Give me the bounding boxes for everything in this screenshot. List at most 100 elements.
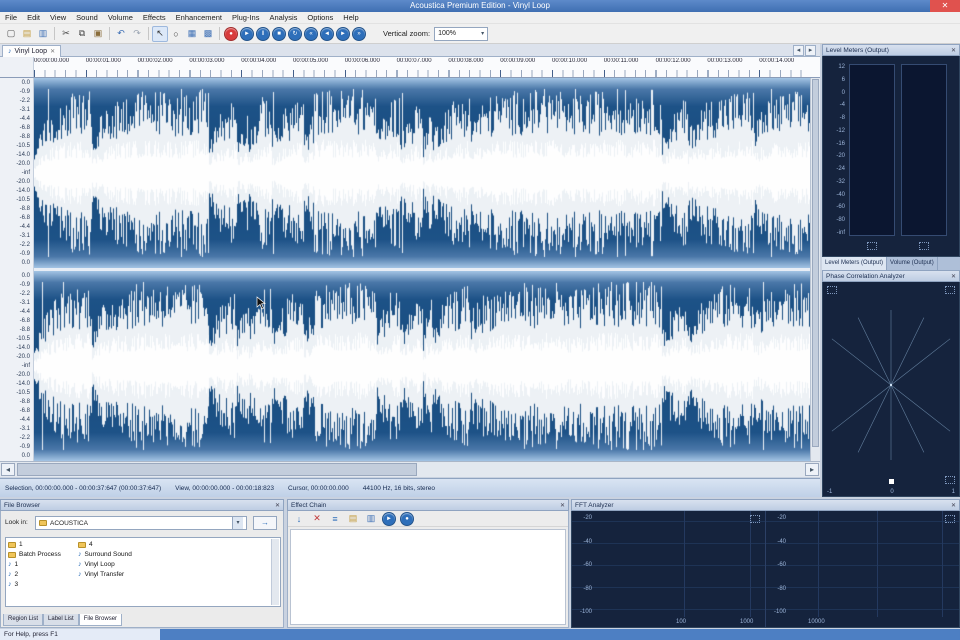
undo-button[interactable]: ↶ <box>113 26 129 42</box>
save-file-button[interactable]: ▥ <box>35 26 51 42</box>
audio-file-icon: ♪ <box>8 561 12 568</box>
fft-frequency-label: 100 <box>676 619 687 625</box>
copy-button[interactable]: ⧉ <box>74 26 90 42</box>
file-item[interactable]: ♪ Surround Sound <box>78 550 142 559</box>
loop-button[interactable]: ↻ <box>288 26 302 41</box>
menu-item-edit[interactable]: Edit <box>22 12 45 23</box>
file-item[interactable]: ♪ 1 <box>8 560 72 569</box>
rewind-button[interactable]: ◄ <box>320 26 334 41</box>
edit-effect-button[interactable]: ≡ <box>327 511 343 527</box>
look-in-select[interactable]: ACOUSTICA ▾ <box>35 516 247 530</box>
file-column: 1 Batch Process ♪ 1 ♪ 2 ♪ 3 <box>8 540 72 604</box>
open-file-button[interactable]: ▤ <box>19 26 35 42</box>
close-icon[interactable]: ✕ <box>275 502 280 509</box>
status-segment: 44100 Hz, 16 bits, stereo <box>362 484 436 492</box>
timeline-labels: 00:00:00.000 00:00:01.000 00:00:02.000 00:0… <box>34 58 810 67</box>
db-scale-label: -10.5 <box>16 390 30 396</box>
timeline-label: 00:00:12.000 <box>655 58 691 64</box>
vertical-scrollbar[interactable] <box>810 78 820 461</box>
db-scale-label: 0.0 <box>21 273 30 279</box>
grip-icon <box>945 515 955 523</box>
menu-item-volume[interactable]: Volume <box>103 12 138 23</box>
record-button[interactable]: ● <box>224 26 238 41</box>
waveform-editor[interactable]: 0.0 -0.9 -2.2 -3.1 -4.4 -6.8 -8.8 -10.5 -14.0 -20… <box>0 78 839 461</box>
horizontal-scrollbar-thumb[interactable] <box>17 463 417 476</box>
analyzers-toggle-button[interactable]: ▩ <box>200 26 216 42</box>
menu-item-sound[interactable]: Sound <box>71 12 103 23</box>
meter-scale-label: -16 <box>836 140 845 147</box>
file-item[interactable]: 1 <box>8 540 72 549</box>
up-one-level-button[interactable]: → <box>253 516 277 530</box>
vertical-scrollbar-thumb[interactable] <box>812 79 819 447</box>
fft-scale-label: -60 <box>777 562 786 568</box>
zoom-tool-button[interactable]: ○ <box>168 26 184 42</box>
go-to-start-button[interactable]: « <box>304 26 318 41</box>
tab-region-list[interactable]: Region List <box>3 614 44 626</box>
tab-label-list[interactable]: Label List <box>43 614 79 626</box>
close-icon[interactable]: ✕ <box>951 47 956 54</box>
file-item[interactable]: ♪ 2 <box>8 570 72 579</box>
waveform-canvas[interactable] <box>34 78 810 461</box>
close-icon[interactable]: ✕ <box>951 273 956 280</box>
window-close-button[interactable]: ✕ <box>930 0 960 12</box>
selection-tool-button[interactable]: ↖ <box>152 25 168 42</box>
level-meters-toggle-button[interactable]: ▦ <box>184 26 200 42</box>
db-scale-label: -6.8 <box>19 408 30 414</box>
close-icon[interactable]: ✕ <box>951 502 956 509</box>
menu-item-analysis[interactable]: Analysis <box>264 12 302 23</box>
tab-scroll-right-button[interactable]: ▸ <box>805 45 816 56</box>
db-scale-label: -8.8 <box>19 327 30 333</box>
scroll-right-icon[interactable]: ▸ <box>805 463 819 476</box>
preview-play-button[interactable]: ► <box>382 511 396 526</box>
redo-button[interactable]: ↷ <box>129 26 145 42</box>
menu-item-options[interactable]: Options <box>302 12 338 23</box>
file-item[interactable]: 4 <box>78 540 142 549</box>
file-list-scrollbar[interactable] <box>271 539 279 605</box>
file-list[interactable]: 1 Batch Process ♪ 1 ♪ 2 ♪ 3 4 ♪ Surround Sound ♪ Vin… <box>5 537 281 607</box>
scroll-left-icon[interactable]: ◂ <box>1 463 15 476</box>
save-chain-button[interactable]: ▥ <box>363 511 379 527</box>
horizontal-scrollbar[interactable]: ◂ ▸ <box>0 461 820 477</box>
close-icon[interactable]: ✕ <box>560 502 565 509</box>
phase-axis-label: 0 <box>890 489 894 495</box>
menu-item-view[interactable]: View <box>45 12 71 23</box>
file-item-label: 2 <box>14 571 19 578</box>
pause-button[interactable]: ‖ <box>256 26 270 41</box>
preview-record-button[interactable]: ● <box>400 511 414 526</box>
db-scale-label: -2.2 <box>19 98 30 104</box>
tab-file-browser[interactable]: File Browser <box>78 614 123 626</box>
new-file-button[interactable]: ▢ <box>3 26 19 42</box>
add-effect-button[interactable]: ↓ <box>291 511 307 527</box>
waveform-channels[interactable] <box>34 78 839 461</box>
remove-effect-button[interactable]: ✕ <box>309 511 325 527</box>
menu-item-enhancement[interactable]: Enhancement <box>171 12 227 23</box>
tab-scroll-left-button[interactable]: ◂ <box>793 45 804 56</box>
open-chain-button[interactable]: ▤ <box>345 511 361 527</box>
menu-item-effects[interactable]: Effects <box>138 12 171 23</box>
timeline-ruler[interactable]: 00:00:00.000 00:00:01.000 00:00:02.000 00:0… <box>0 57 820 78</box>
paste-button[interactable]: ▣ <box>90 26 106 42</box>
file-item[interactable]: ♪ 3 <box>8 580 72 589</box>
grid-line <box>750 511 751 617</box>
meter-bar-right <box>901 64 947 236</box>
file-item[interactable]: Batch Process <box>8 550 72 559</box>
meter-tab-level[interactable]: Level Meters (Output) <box>822 257 888 270</box>
tab-vinyl-loop[interactable]: ♪ Vinyl Loop ✕ <box>2 45 62 57</box>
vertical-zoom-select[interactable]: 100% ▾ <box>434 26 489 41</box>
phase-correlation-display: -1 0 1 <box>822 282 960 497</box>
go-to-end-button[interactable]: » <box>352 26 366 41</box>
meter-scale-label: -80 <box>836 217 845 224</box>
menu-item-file[interactable]: File <box>0 12 22 23</box>
forward-button[interactable]: ► <box>336 26 350 41</box>
file-item[interactable]: ♪ Vinyl Transfer <box>78 570 142 579</box>
tab-close-icon[interactable]: ✕ <box>50 48 55 55</box>
effect-chain-list[interactable] <box>290 529 566 625</box>
menu-item-plug-ins[interactable]: Plug-Ins <box>227 12 265 23</box>
stop-button[interactable]: ■ <box>272 26 286 41</box>
meter-tab-volume[interactable]: Volume (Output) <box>887 257 938 270</box>
phase-axis-label: -1 <box>827 489 833 495</box>
menu-item-help[interactable]: Help <box>338 12 363 23</box>
file-item[interactable]: ♪ Vinyl Loop <box>78 560 142 569</box>
cut-button[interactable]: ✂ <box>58 26 74 42</box>
play-button[interactable]: ► <box>240 26 254 41</box>
